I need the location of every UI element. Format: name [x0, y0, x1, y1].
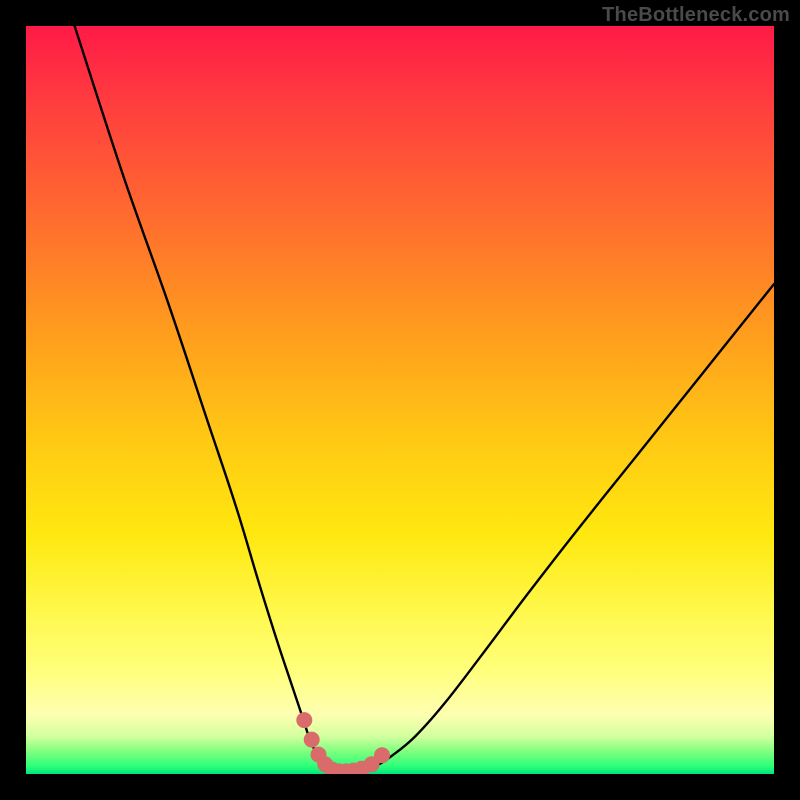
- watermark-text: TheBottleneck.com: [602, 4, 790, 27]
- plot-area: [26, 26, 774, 774]
- chart-frame: TheBottleneck.com: [0, 0, 800, 800]
- chart-svg: [26, 26, 774, 774]
- minimum-markers-group: [297, 713, 390, 774]
- minimum-marker: [375, 748, 390, 763]
- minimum-marker: [297, 713, 312, 728]
- bottleneck-curve: [75, 26, 774, 771]
- minimum-marker: [304, 732, 319, 747]
